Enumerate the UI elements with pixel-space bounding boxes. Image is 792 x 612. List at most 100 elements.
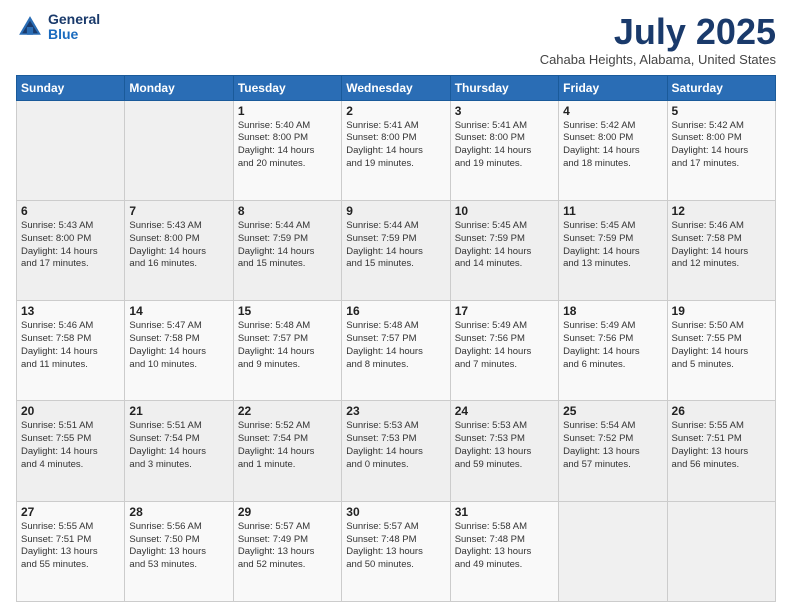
- calendar-cell: 9 Sunrise: 5:44 AM Sunset: 7:59 PM Daylig…: [342, 200, 450, 300]
- day-number: 21: [129, 404, 228, 418]
- day-number: 23: [346, 404, 445, 418]
- day-detail: Sunrise: 5:51 AM Sunset: 7:54 PM Dayligh…: [129, 420, 228, 471]
- calendar-cell: 25 Sunrise: 5:54 AM Sunset: 7:52 PM Dayli…: [559, 401, 667, 501]
- calendar-cell: 10 Sunrise: 5:45 AM Sunset: 7:59 PM Dayli…: [450, 200, 558, 300]
- day-detail: Sunrise: 5:40 AM Sunset: 8:00 PM Dayligh…: [238, 120, 337, 171]
- page: General Blue July 2025 Cahaba Heights, A…: [0, 0, 792, 612]
- day-detail: Sunrise: 5:53 AM Sunset: 7:53 PM Dayligh…: [455, 420, 554, 471]
- header: General Blue July 2025 Cahaba Heights, A…: [16, 12, 776, 67]
- day-detail: Sunrise: 5:56 AM Sunset: 7:50 PM Dayligh…: [129, 521, 228, 572]
- calendar-week-row: 1 Sunrise: 5:40 AM Sunset: 8:00 PM Daylig…: [17, 100, 776, 200]
- calendar-cell: 20 Sunrise: 5:51 AM Sunset: 7:55 PM Dayli…: [17, 401, 125, 501]
- calendar-cell: 26Sunrise: 5:55 AM Sunset: 7:51 PM Dayli…: [667, 401, 775, 501]
- day-number: 7: [129, 204, 228, 218]
- month-title: July 2025: [540, 12, 776, 52]
- calendar-cell: 22Sunrise: 5:52 AM Sunset: 7:54 PM Dayli…: [233, 401, 341, 501]
- day-number: 10: [455, 204, 554, 218]
- day-detail: Sunrise: 5:43 AM Sunset: 8:00 PM Dayligh…: [21, 220, 120, 271]
- day-detail: Sunrise: 5:44 AM Sunset: 7:59 PM Dayligh…: [346, 220, 445, 271]
- calendar-cell: 12 Sunrise: 5:46 AM Sunset: 7:58 PM Dayli…: [667, 200, 775, 300]
- calendar-cell: [17, 100, 125, 200]
- day-number: 31: [455, 505, 554, 519]
- location: Cahaba Heights, Alabama, United States: [540, 52, 776, 67]
- day-detail: Sunrise: 5:41 AM Sunset: 8:00 PM Dayligh…: [455, 120, 554, 171]
- calendar-cell: 23 Sunrise: 5:53 AM Sunset: 7:53 PM Dayli…: [342, 401, 450, 501]
- day-number: 9: [346, 204, 445, 218]
- calendar-cell: 17 Sunrise: 5:49 AM Sunset: 7:56 PM Dayli…: [450, 301, 558, 401]
- logo-icon: [16, 13, 44, 41]
- calendar-cell: 13 Sunrise: 5:46 AM Sunset: 7:58 PM Dayli…: [17, 301, 125, 401]
- day-detail: Sunrise: 5:49 AM Sunset: 7:56 PM Dayligh…: [455, 320, 554, 371]
- day-number: 8: [238, 204, 337, 218]
- day-of-week-header: Monday: [125, 75, 233, 100]
- day-number: 25: [563, 404, 662, 418]
- day-detail: Sunrise: 5:55 AM Sunset: 7:51 PM Dayligh…: [21, 521, 120, 572]
- calendar-cell: 2Sunrise: 5:41 AM Sunset: 8:00 PM Daylig…: [342, 100, 450, 200]
- calendar-table: SundayMondayTuesdayWednesdayThursdayFrid…: [16, 75, 776, 602]
- day-number: 19: [672, 304, 771, 318]
- calendar-cell: 11 Sunrise: 5:45 AM Sunset: 7:59 PM Dayli…: [559, 200, 667, 300]
- calendar-cell: [125, 100, 233, 200]
- day-number: 2: [346, 104, 445, 118]
- day-of-week-header: Wednesday: [342, 75, 450, 100]
- calendar-cell: 3 Sunrise: 5:41 AM Sunset: 8:00 PM Daylig…: [450, 100, 558, 200]
- day-detail: Sunrise: 5:53 AM Sunset: 7:53 PM Dayligh…: [346, 420, 445, 471]
- calendar-week-row: 6Sunrise: 5:43 AM Sunset: 8:00 PM Daylig…: [17, 200, 776, 300]
- calendar-cell: [559, 501, 667, 601]
- day-detail: Sunrise: 5:46 AM Sunset: 7:58 PM Dayligh…: [672, 220, 771, 271]
- calendar-cell: 31 Sunrise: 5:58 AM Sunset: 7:48 PM Dayli…: [450, 501, 558, 601]
- day-detail: Sunrise: 5:49 AM Sunset: 7:56 PM Dayligh…: [563, 320, 662, 371]
- day-detail: Sunrise: 5:42 AM Sunset: 8:00 PM Dayligh…: [563, 120, 662, 171]
- day-number: 14: [129, 304, 228, 318]
- day-number: 29: [238, 505, 337, 519]
- day-detail: Sunrise: 5:45 AM Sunset: 7:59 PM Dayligh…: [563, 220, 662, 271]
- day-number: 13: [21, 304, 120, 318]
- calendar-cell: 8 Sunrise: 5:44 AM Sunset: 7:59 PM Daylig…: [233, 200, 341, 300]
- day-number: 30: [346, 505, 445, 519]
- calendar-week-row: 20 Sunrise: 5:51 AM Sunset: 7:55 PM Dayli…: [17, 401, 776, 501]
- calendar-cell: 18Sunrise: 5:49 AM Sunset: 7:56 PM Dayli…: [559, 301, 667, 401]
- calendar-cell: 28 Sunrise: 5:56 AM Sunset: 7:50 PM Dayli…: [125, 501, 233, 601]
- day-number: 1: [238, 104, 337, 118]
- logo: General Blue: [16, 12, 100, 43]
- calendar-header-row: SundayMondayTuesdayWednesdayThursdayFrid…: [17, 75, 776, 100]
- day-detail: Sunrise: 5:51 AM Sunset: 7:55 PM Dayligh…: [21, 420, 120, 471]
- day-of-week-header: Tuesday: [233, 75, 341, 100]
- day-detail: Sunrise: 5:48 AM Sunset: 7:57 PM Dayligh…: [346, 320, 445, 371]
- day-number: 28: [129, 505, 228, 519]
- day-detail: Sunrise: 5:45 AM Sunset: 7:59 PM Dayligh…: [455, 220, 554, 271]
- calendar-cell: 29Sunrise: 5:57 AM Sunset: 7:49 PM Dayli…: [233, 501, 341, 601]
- calendar-cell: 14 Sunrise: 5:47 AM Sunset: 7:58 PM Dayli…: [125, 301, 233, 401]
- day-number: 15: [238, 304, 337, 318]
- day-detail: Sunrise: 5:54 AM Sunset: 7:52 PM Dayligh…: [563, 420, 662, 471]
- calendar-cell: 15Sunrise: 5:48 AM Sunset: 7:57 PM Dayli…: [233, 301, 341, 401]
- calendar-cell: 7 Sunrise: 5:43 AM Sunset: 8:00 PM Daylig…: [125, 200, 233, 300]
- day-number: 3: [455, 104, 554, 118]
- day-detail: Sunrise: 5:57 AM Sunset: 7:48 PM Dayligh…: [346, 521, 445, 572]
- day-number: 24: [455, 404, 554, 418]
- calendar-cell: 24 Sunrise: 5:53 AM Sunset: 7:53 PM Dayli…: [450, 401, 558, 501]
- title-block: July 2025 Cahaba Heights, Alabama, Unite…: [540, 12, 776, 67]
- calendar-cell: [667, 501, 775, 601]
- calendar-cell: 4 Sunrise: 5:42 AM Sunset: 8:00 PM Daylig…: [559, 100, 667, 200]
- day-detail: Sunrise: 5:58 AM Sunset: 7:48 PM Dayligh…: [455, 521, 554, 572]
- day-number: 11: [563, 204, 662, 218]
- day-number: 16: [346, 304, 445, 318]
- calendar-week-row: 27Sunrise: 5:55 AM Sunset: 7:51 PM Dayli…: [17, 501, 776, 601]
- day-detail: Sunrise: 5:43 AM Sunset: 8:00 PM Dayligh…: [129, 220, 228, 271]
- calendar-cell: 16 Sunrise: 5:48 AM Sunset: 7:57 PM Dayli…: [342, 301, 450, 401]
- day-number: 4: [563, 104, 662, 118]
- calendar-cell: 21 Sunrise: 5:51 AM Sunset: 7:54 PM Dayli…: [125, 401, 233, 501]
- day-number: 20: [21, 404, 120, 418]
- calendar-cell: 6Sunrise: 5:43 AM Sunset: 8:00 PM Daylig…: [17, 200, 125, 300]
- day-detail: Sunrise: 5:42 AM Sunset: 8:00 PM Dayligh…: [672, 120, 771, 171]
- logo-general-text: General: [48, 11, 100, 27]
- day-detail: Sunrise: 5:50 AM Sunset: 7:55 PM Dayligh…: [672, 320, 771, 371]
- day-number: 17: [455, 304, 554, 318]
- day-detail: Sunrise: 5:46 AM Sunset: 7:58 PM Dayligh…: [21, 320, 120, 371]
- calendar-cell: 30 Sunrise: 5:57 AM Sunset: 7:48 PM Dayli…: [342, 501, 450, 601]
- day-detail: Sunrise: 5:44 AM Sunset: 7:59 PM Dayligh…: [238, 220, 337, 271]
- day-number: 5: [672, 104, 771, 118]
- day-number: 12: [672, 204, 771, 218]
- day-detail: Sunrise: 5:47 AM Sunset: 7:58 PM Dayligh…: [129, 320, 228, 371]
